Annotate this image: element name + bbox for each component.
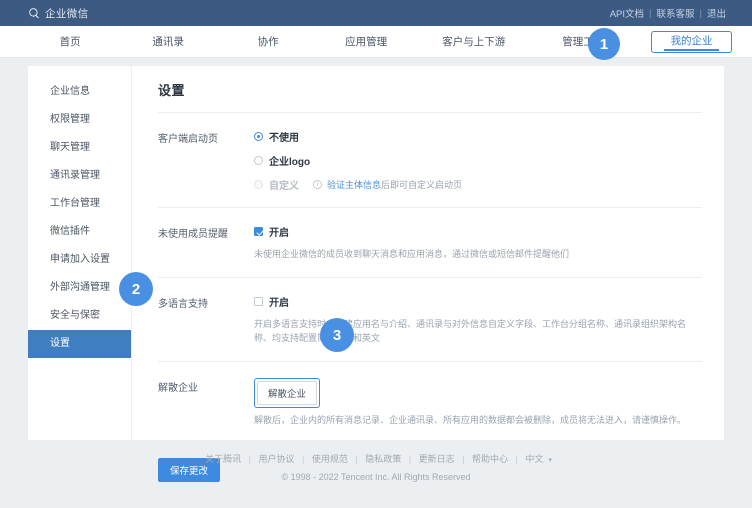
setting-description-dissolve-enterprise: 解散后，企业内的所有消息记录、企业通讯录、所有应用的数据都会被删除，成员将无法进… bbox=[254, 414, 702, 428]
top-links: API文档 | 联系客服 | 退出 bbox=[606, 6, 730, 20]
brand-text: 企业微信 bbox=[45, 6, 89, 21]
checkbox-option-inactive-reminder[interactable]: 开启 bbox=[254, 224, 702, 239]
checkbox-inactive-reminder-label: 开启 bbox=[269, 224, 289, 239]
setting-row-dissolve-enterprise: 解散企业 解散企业 解散后，企业内的所有消息记录、企业通讯录、所有应用的数据都会… bbox=[158, 362, 702, 444]
sidebar-item-external-communication[interactable]: 外部沟通管理 bbox=[28, 274, 131, 302]
logout-link[interactable]: 退出 bbox=[703, 6, 730, 20]
setting-description-inactive-reminder: 未使用企业微信的成员收到聊天消息和应用消息，通过微信或短信邮件提醒他们 bbox=[254, 248, 702, 262]
footer-separator-1: | bbox=[249, 454, 251, 464]
nav-item-my-enterprise-label: 我的企业 bbox=[671, 35, 713, 47]
chevron-down-icon[interactable]: ▾ bbox=[548, 457, 552, 464]
radio-custom-indicator bbox=[254, 180, 263, 189]
sidebar-item-wechat-plugin[interactable]: 微信插件 bbox=[28, 218, 131, 246]
brand[interactable]: 企业微信 bbox=[28, 6, 89, 21]
footer-link-help-center[interactable]: 帮助中心 bbox=[467, 454, 513, 464]
radio-option-enterprise-logo[interactable]: 企业logo bbox=[254, 153, 702, 168]
setting-body-inactive-reminder: 开启 未使用企业微信的成员收到聊天消息和应用消息，通过微信或短信邮件提醒他们 bbox=[254, 224, 702, 262]
sidebar-item-contacts-management[interactable]: 通讯录管理 bbox=[28, 162, 131, 190]
nav-item-app-management[interactable]: 应用管理 bbox=[316, 26, 416, 58]
setting-row-multilanguage: 多语言支持 开启 开启多语言支持时，自建应用名与介绍、通讯录与对外信息自定义字段… bbox=[158, 278, 702, 362]
sidebar-item-security[interactable]: 安全与保密 bbox=[28, 302, 131, 330]
annotation-badge-2: 2 bbox=[119, 272, 153, 306]
setting-label-client-splash: 客户端启动页 bbox=[158, 129, 254, 192]
setting-row-inactive-reminder: 未使用成员提醒 开启 未使用企业微信的成员收到聊天消息和应用消息，通过微信或短信… bbox=[158, 208, 702, 278]
setting-label-multilanguage: 多语言支持 bbox=[158, 294, 254, 346]
footer-link-privacy-policy[interactable]: 隐私政策 bbox=[360, 454, 406, 464]
footer-link-changelog[interactable]: 更新日志 bbox=[414, 454, 460, 464]
radio-none-label: 不使用 bbox=[269, 129, 299, 144]
footer-separator-3: | bbox=[355, 454, 357, 464]
radio-custom-label: 自定义 bbox=[269, 177, 299, 192]
page-title: 设置 bbox=[158, 66, 702, 113]
radio-enterprise-logo-indicator[interactable] bbox=[254, 156, 263, 165]
nav-active-underline bbox=[664, 49, 719, 51]
nav-item-customers[interactable]: 客户与上下游 bbox=[416, 26, 531, 58]
setting-label-dissolve-enterprise: 解散企业 bbox=[158, 378, 254, 428]
copyright-text: © 1998 - 2022 Tencent Inc. All Rights Re… bbox=[0, 472, 752, 482]
footer-separator-5: | bbox=[462, 454, 464, 464]
sidebar-item-join-settings[interactable]: 申请加入设置 bbox=[28, 246, 131, 274]
footer-separator-2: | bbox=[302, 454, 304, 464]
checkbox-multilanguage-indicator[interactable] bbox=[254, 297, 263, 306]
content-card: 企业信息 权限管理 聊天管理 通讯录管理 工作台管理 微信插件 申请加入设置 外… bbox=[28, 66, 724, 440]
dissolve-enterprise-button[interactable]: 解散企业 bbox=[257, 381, 317, 405]
footer-link-user-agreement[interactable]: 用户协议 bbox=[253, 454, 299, 464]
chat-bubble-search-icon bbox=[28, 7, 41, 20]
custom-splash-hint: 后即可自定义启动页 bbox=[381, 178, 462, 191]
setting-body-client-splash: 不使用 企业logo 自定义 i 验证主体信息 后即可自定义启动页 bbox=[254, 129, 702, 192]
checkbox-option-multilanguage[interactable]: 开启 bbox=[254, 294, 702, 309]
nav-item-home[interactable]: 首页 bbox=[24, 26, 116, 58]
settings-sidebar: 企业信息 权限管理 聊天管理 通讯录管理 工作台管理 微信插件 申请加入设置 外… bbox=[28, 66, 132, 440]
language-selector[interactable]: 中文 bbox=[520, 454, 548, 464]
contact-support-link[interactable]: 联系客服 bbox=[653, 6, 699, 20]
annotation-badge-3: 3 bbox=[320, 318, 354, 352]
footer-separator-4: | bbox=[409, 454, 411, 464]
nav-item-my-enterprise[interactable]: 我的企业 bbox=[651, 31, 732, 53]
footer: 关于腾讯 | 用户协议 | 使用规范 | 隐私政策 | 更新日志 | 帮助中心 … bbox=[0, 452, 752, 482]
radio-enterprise-logo-label: 企业logo bbox=[269, 153, 310, 168]
nav-item-contacts[interactable]: 通讯录 bbox=[116, 26, 220, 58]
api-doc-link[interactable]: API文档 bbox=[606, 6, 648, 20]
dissolve-enterprise-focus-ring: 解散企业 bbox=[254, 378, 320, 408]
radio-option-custom: 自定义 i 验证主体信息 后即可自定义启动页 bbox=[254, 177, 702, 192]
setting-row-client-splash: 客户端启动页 不使用 企业logo 自定义 i 验证主体信息 bbox=[158, 113, 702, 208]
footer-separator-6: | bbox=[516, 454, 518, 464]
radio-none-indicator[interactable] bbox=[254, 132, 263, 141]
setting-label-inactive-reminder: 未使用成员提醒 bbox=[158, 224, 254, 262]
main-nav: 首页 通讯录 协作 应用管理 客户与上下游 管理工具 我的企业 bbox=[0, 26, 752, 58]
checkbox-inactive-reminder-indicator[interactable] bbox=[254, 227, 263, 236]
checkbox-multilanguage-label: 开启 bbox=[269, 294, 289, 309]
footer-link-usage-rules[interactable]: 使用规范 bbox=[307, 454, 353, 464]
footer-links: 关于腾讯 | 用户协议 | 使用规范 | 隐私政策 | 更新日志 | 帮助中心 … bbox=[0, 452, 752, 465]
sidebar-item-settings[interactable]: 设置 bbox=[28, 330, 131, 358]
sidebar-item-permission-management[interactable]: 权限管理 bbox=[28, 106, 131, 134]
sidebar-item-enterprise-info[interactable]: 企业信息 bbox=[28, 78, 131, 106]
sidebar-item-workbench-management[interactable]: 工作台管理 bbox=[28, 190, 131, 218]
page-root: 企业微信 API文档 | 联系客服 | 退出 首页 通讯录 协作 应用管理 客户… bbox=[0, 0, 752, 508]
top-bar: 企业微信 API文档 | 联系客服 | 退出 bbox=[0, 0, 752, 26]
settings-main: 设置 客户端启动页 不使用 企业logo 自定义 i bbox=[132, 66, 724, 440]
info-circle-icon: i bbox=[313, 180, 322, 189]
annotation-badge-1: 1 bbox=[588, 28, 620, 60]
verify-entity-link[interactable]: 验证主体信息 bbox=[327, 178, 381, 191]
setting-body-dissolve-enterprise: 解散企业 解散后，企业内的所有消息记录、企业通讯录、所有应用的数据都会被删除，成… bbox=[254, 378, 702, 428]
radio-option-none[interactable]: 不使用 bbox=[254, 129, 702, 144]
footer-link-about-tencent[interactable]: 关于腾讯 bbox=[200, 454, 246, 464]
nav-item-collaboration[interactable]: 协作 bbox=[220, 26, 316, 58]
sidebar-item-chat-management[interactable]: 聊天管理 bbox=[28, 134, 131, 162]
